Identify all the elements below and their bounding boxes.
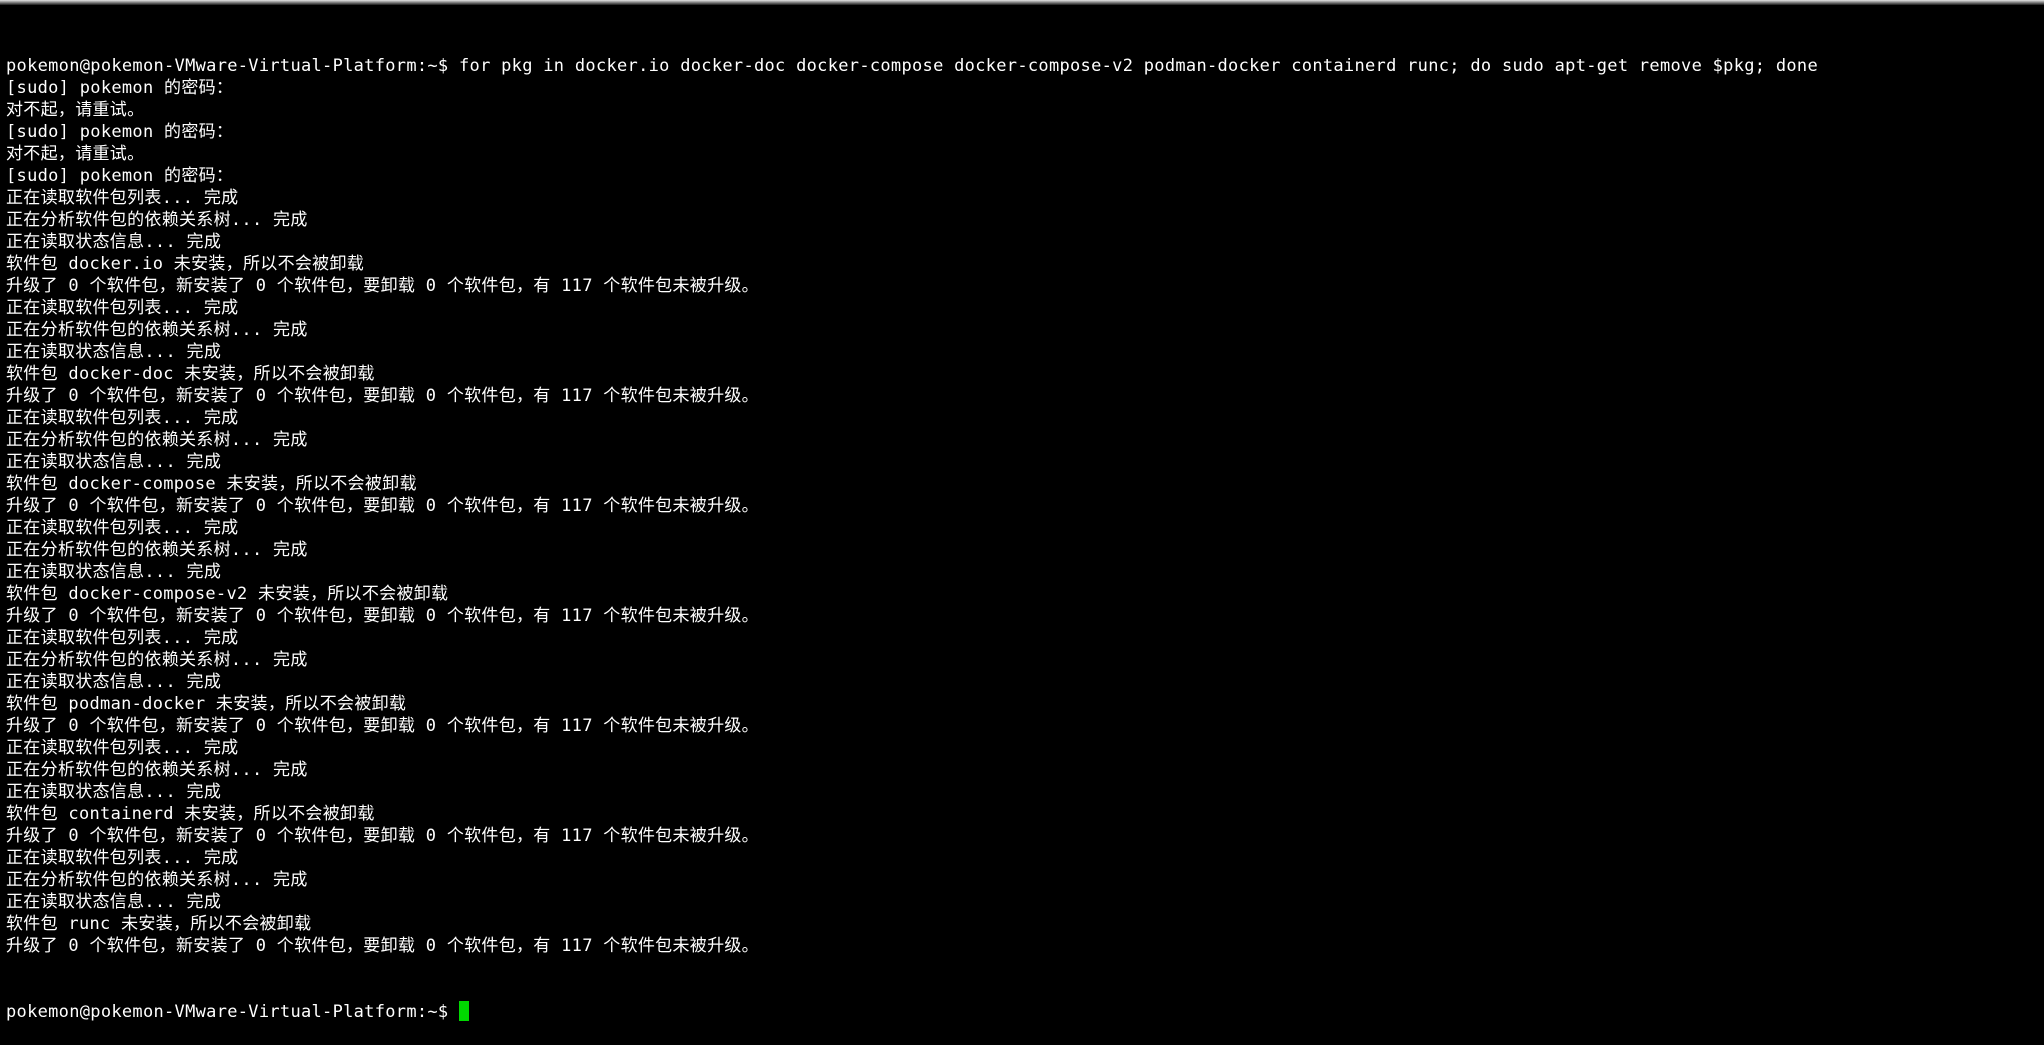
terminal-prompt: pokemon@pokemon-VMware-Virtual-Platform:… [6,1002,459,1022]
terminal-line: 升级了 0 个软件包，新安装了 0 个软件包，要卸载 0 个软件包，有 117 … [6,826,759,846]
terminal-lines: pokemon@pokemon-VMware-Virtual-Platform:… [6,55,2044,957]
terminal-line: [sudo] pokemon 的密码： [6,122,234,142]
terminal-line: 正在分析软件包的依赖关系树... 完成 [6,760,308,780]
terminal-line: 正在读取状态信息... 完成 [6,232,222,252]
terminal-cursor [459,1001,469,1021]
terminal-line: 软件包 docker-compose 未安装，所以不会被卸载 [6,474,417,494]
terminal-line: 软件包 docker.io 未安装，所以不会被卸载 [6,254,365,274]
terminal-line: 正在分析软件包的依赖关系树... 完成 [6,870,308,890]
terminal-line: 升级了 0 个软件包，新安装了 0 个软件包，要卸载 0 个软件包，有 117 … [6,496,759,516]
terminal-line: 升级了 0 个软件包，新安装了 0 个软件包，要卸载 0 个软件包，有 117 … [6,936,759,956]
terminal-prompt-line[interactable]: pokemon@pokemon-VMware-Virtual-Platform:… [6,1001,2044,1023]
terminal-line: 正在读取状态信息... 完成 [6,342,222,362]
terminal-line: 正在读取软件包列表... 完成 [6,848,239,868]
terminal-line: 正在读取软件包列表... 完成 [6,298,239,318]
terminal-line: 正在读取软件包列表... 完成 [6,518,239,538]
terminal-line: 软件包 containerd 未安装，所以不会被卸载 [6,804,375,824]
terminal-line: 软件包 docker-compose-v2 未安装，所以不会被卸载 [6,584,449,604]
terminal-line: 正在分析软件包的依赖关系树... 完成 [6,430,308,450]
terminal-line: 升级了 0 个软件包，新安装了 0 个软件包，要卸载 0 个软件包，有 117 … [6,276,759,296]
terminal-line: 正在读取软件包列表... 完成 [6,628,239,648]
terminal-line: pokemon@pokemon-VMware-Virtual-Platform:… [6,56,1818,76]
terminal-output[interactable]: pokemon@pokemon-VMware-Virtual-Platform:… [0,5,2044,1022]
terminal-line: 软件包 docker-doc 未安装，所以不会被卸载 [6,364,375,384]
terminal-line: 正在分析软件包的依赖关系树... 完成 [6,320,308,340]
terminal-line: 正在读取状态信息... 完成 [6,782,222,802]
terminal-line: 正在读取状态信息... 完成 [6,672,222,692]
terminal-line: 正在分析软件包的依赖关系树... 完成 [6,540,308,560]
terminal-line: 对不起，请重试。 [6,144,145,164]
terminal-line: 正在读取软件包列表... 完成 [6,188,239,208]
terminal-line: [sudo] pokemon 的密码： [6,78,234,98]
terminal-line: 正在读取软件包列表... 完成 [6,738,239,758]
terminal-line: 升级了 0 个软件包，新安装了 0 个软件包，要卸载 0 个软件包，有 117 … [6,386,759,406]
terminal-line: 正在分析软件包的依赖关系树... 完成 [6,650,308,670]
terminal-line: 升级了 0 个软件包，新安装了 0 个软件包，要卸载 0 个软件包，有 117 … [6,716,759,736]
terminal-line: 对不起，请重试。 [6,100,145,120]
terminal-line: 升级了 0 个软件包，新安装了 0 个软件包，要卸载 0 个软件包，有 117 … [6,606,759,626]
terminal-line: 软件包 runc 未安装，所以不会被卸载 [6,914,312,934]
terminal-line: [sudo] pokemon 的密码： [6,166,234,186]
terminal-line: 正在读取软件包列表... 完成 [6,408,239,428]
terminal-line: 软件包 podman-docker 未安装，所以不会被卸载 [6,694,407,714]
terminal-line: 正在读取状态信息... 完成 [6,892,222,912]
terminal-line: 正在读取状态信息... 完成 [6,562,222,582]
terminal-line: 正在分析软件包的依赖关系树... 完成 [6,210,308,230]
terminal-line: 正在读取状态信息... 完成 [6,452,222,472]
